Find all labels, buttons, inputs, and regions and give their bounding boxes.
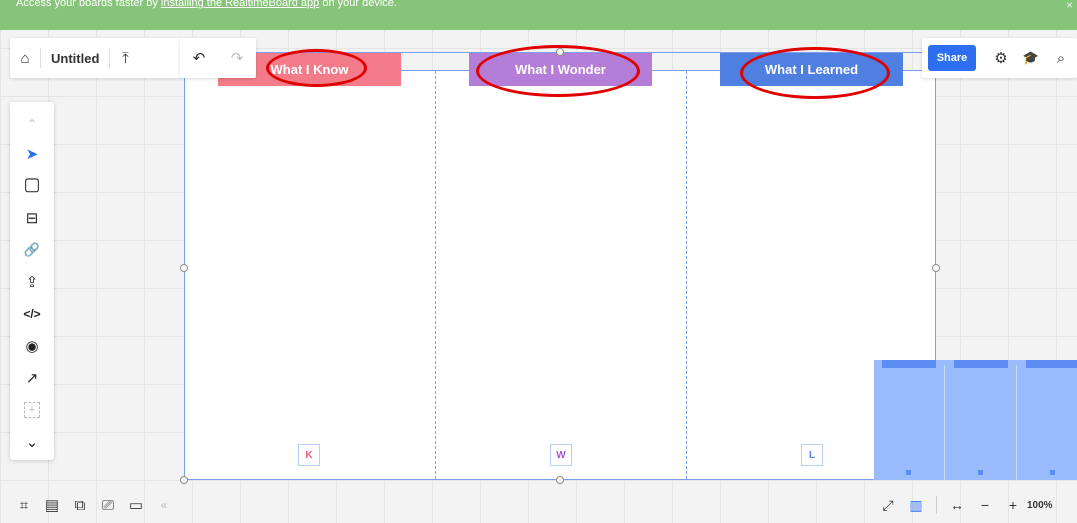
learn-icon[interactable]: 🎓 [1016,50,1046,66]
add-more-icon[interactable]: + [10,398,54,422]
embed-icon[interactable]: </> [10,302,54,326]
column-divider [435,71,436,479]
minimap-strip [882,360,936,368]
frames-icon[interactable]: ⌗ [10,497,38,514]
annotation-ellipse [266,49,367,87]
board-title[interactable]: Untitled [41,51,109,66]
video-icon[interactable]: ▭ [122,496,150,514]
column-divider [686,71,687,479]
close-banner-icon[interactable]: × [1066,0,1073,12]
templates-icon[interactable]: ⊟ [10,206,54,230]
zoom-level: 100% [1027,499,1053,511]
add-more-glyph: + [24,402,40,418]
export-icon[interactable]: ⤒ [110,50,140,67]
column-letter-l[interactable]: L [801,444,823,466]
minimap[interactable] [874,360,1077,480]
arrow-tool-icon[interactable]: ↗ [10,366,54,390]
banner-text-after: on your device. [319,0,397,9]
search-icon[interactable]: ⌕ [1046,50,1076,67]
minimap-marker [1050,470,1055,475]
divider [936,496,937,514]
resize-handle[interactable] [556,48,564,56]
left-toolbar: ⌃ ➤ ▢ ⊟ 🔗 ⇪ </> ◉ ↗ + ⌄ [10,102,54,460]
resize-handle[interactable] [932,264,940,272]
bottom-tools-bar: ⌗ ▤ ⧉ ⎚ ▭ « [10,487,210,523]
undo-icon[interactable]: ↶ [193,49,206,67]
board-frame[interactable] [184,70,936,480]
minimap-divider [944,365,945,480]
home-icon[interactable]: ⌂ [10,50,40,67]
collapse-down-icon[interactable]: ⌄ [10,430,54,454]
resize-handle[interactable] [180,264,188,272]
share-screen-icon[interactable]: ⎚ [94,497,122,514]
install-app-link[interactable]: installing the RealtimeBoard app [161,0,319,9]
banner-text-before: Access your boards faster by [16,0,161,9]
fit-to-screen-icon[interactable]: ↔ [943,497,971,513]
collapse-bottom-icon[interactable]: « [150,498,178,512]
view-icon[interactable]: ◉ [10,334,54,358]
zoom-bar: ⤢ ▥ ↔ − + 100% [874,487,1077,523]
settings-icon[interactable]: ⚙ [986,49,1016,67]
share-button[interactable]: Share [928,45,976,71]
cards-icon[interactable]: ⧉ [66,497,94,514]
undo-redo-bar: ↶ ↷ [180,38,256,78]
map-icon[interactable]: ▥ [902,497,930,514]
resize-handle[interactable] [556,476,564,484]
minimap-marker [978,470,983,475]
top-right-bar: Share ⚙ 🎓 ⌕ [922,38,1077,78]
upload-icon[interactable]: ⇪ [10,270,54,294]
collapse-up-icon[interactable]: ⌃ [10,112,54,136]
app-install-banner: Access your boards faster by installing … [0,0,1077,30]
link-icon[interactable]: 🔗 [10,238,54,262]
minimap-marker [906,470,911,475]
annotation-ellipse [740,47,890,99]
zoom-out-icon[interactable]: − [971,497,999,513]
select-tool-icon[interactable]: ➤ [10,142,54,166]
redo-icon[interactable]: ↷ [231,49,244,67]
zoom-in-icon[interactable]: + [999,497,1027,513]
comments-icon[interactable]: ▤ [38,496,66,514]
minimap-strip [1026,360,1077,368]
sticky-note-icon[interactable]: ▢ [10,172,54,196]
fullscreen-icon[interactable]: ⤢ [874,497,902,514]
resize-handle[interactable] [180,476,188,484]
minimap-divider [1016,365,1017,480]
board-header-bar: ⌂ Untitled ⤒ [10,38,182,78]
column-letter-w[interactable]: W [550,444,572,466]
minimap-strip [954,360,1008,368]
banner-text: Access your boards faster by installing … [16,0,397,9]
column-letter-k[interactable]: K [298,444,320,466]
